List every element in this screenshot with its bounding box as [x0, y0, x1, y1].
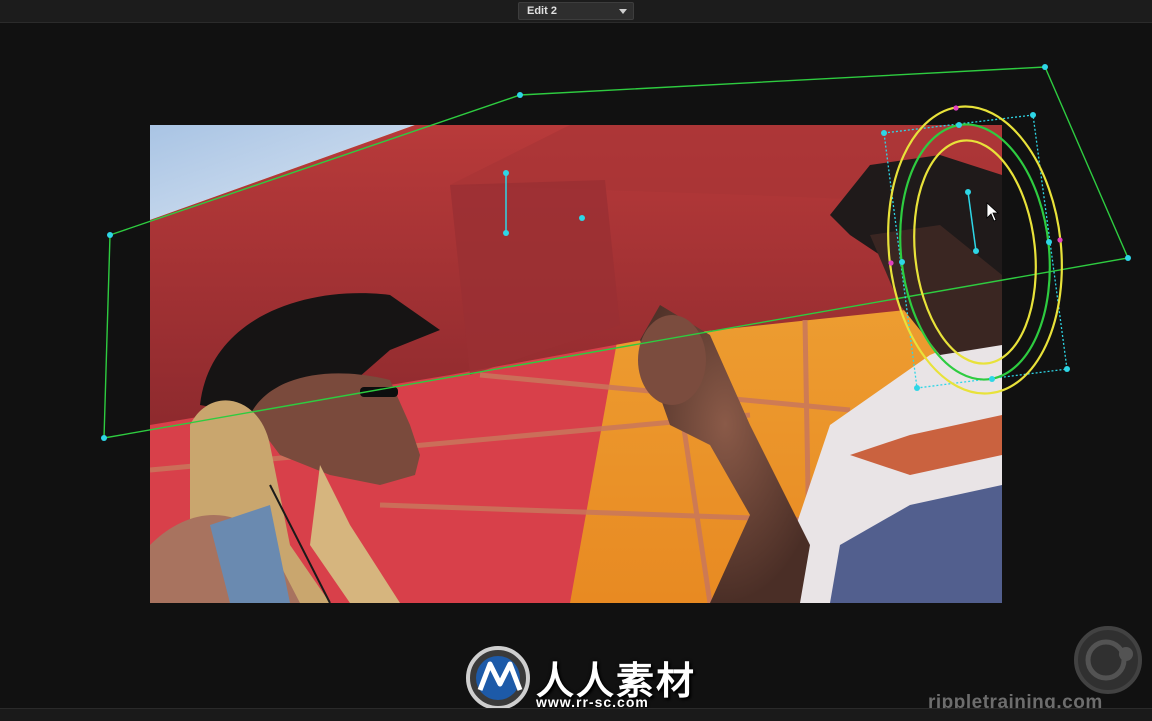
circular-box-corner-point[interactable]	[1030, 112, 1036, 118]
linear-control-point[interactable]	[517, 92, 523, 98]
softness-control-point[interactable]	[888, 260, 894, 266]
pointer-arrow-icon	[986, 202, 1000, 222]
linear-control-point[interactable]	[101, 435, 107, 441]
softness-control-point[interactable]	[1057, 237, 1063, 243]
circular-edge-point[interactable]	[989, 376, 995, 382]
linear-control-point[interactable]	[1042, 64, 1048, 70]
viewer-bottom-bar	[0, 708, 1152, 721]
power-window-overlay	[101, 64, 1142, 710]
linear-window-center-point[interactable]	[579, 215, 585, 221]
circular-box-corner-point[interactable]	[914, 385, 920, 391]
rotation-control-point[interactable]	[503, 230, 509, 236]
softness-control-point[interactable]	[953, 105, 959, 111]
circular-box-corner-point[interactable]	[1064, 366, 1070, 372]
linear-control-point[interactable]	[1125, 255, 1131, 261]
circular-window-rotation-handle[interactable]	[967, 191, 977, 252]
rotation-control-point[interactable]	[503, 170, 509, 176]
circular-center-point[interactable]	[973, 248, 979, 254]
circular-edge-point[interactable]	[899, 259, 905, 265]
circular-box-corner-point[interactable]	[881, 130, 887, 136]
ripple-training-logo	[1074, 626, 1142, 694]
linear-control-point[interactable]	[107, 232, 113, 238]
circular-edge-point[interactable]	[1046, 239, 1052, 245]
circular-edge-point[interactable]	[956, 122, 962, 128]
rr-sc-logo	[466, 646, 530, 710]
circular-rotation-point[interactable]	[965, 189, 971, 195]
